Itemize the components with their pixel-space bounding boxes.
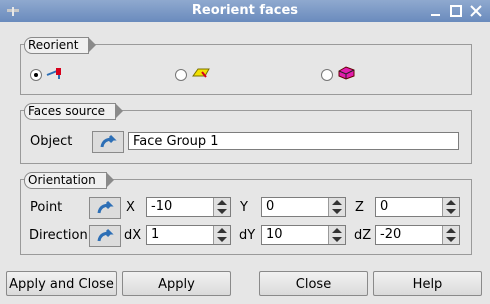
object-label: Object (30, 134, 73, 149)
reorient-group-label: Reorient (24, 37, 98, 54)
minimize-button[interactable] (428, 3, 444, 19)
dy-spin-arrows[interactable] (328, 226, 345, 244)
close-icon (470, 5, 482, 17)
object-field[interactable]: Face Group 1 (128, 132, 459, 150)
y-value: 0 (266, 199, 275, 214)
dx-spin-arrows[interactable] (213, 226, 230, 244)
dx-value: 1 (151, 227, 160, 242)
y-spinbox[interactable]: 0 (261, 197, 346, 217)
spin-arrows-icon (332, 200, 342, 214)
help-button[interactable]: Help (373, 271, 482, 296)
dz-spin-arrows[interactable] (442, 226, 459, 244)
maximize-icon (450, 5, 462, 17)
close-button[interactable]: Close (259, 271, 368, 296)
volume-mode-icon (338, 66, 355, 80)
dy-label: dY (239, 228, 256, 243)
orientation-group-label: Orientation (24, 172, 114, 189)
arrow-select-icon (100, 134, 117, 148)
dx-label: dX (124, 228, 142, 243)
close-window-button[interactable] (468, 3, 484, 19)
direction-label: Direction (29, 228, 88, 243)
spin-arrows-icon (446, 200, 456, 214)
spin-arrows-icon (332, 228, 342, 242)
face-mode-icon (192, 68, 210, 78)
apply-and-close-button[interactable]: Apply and Close (6, 271, 117, 296)
point-label: Point (30, 200, 63, 215)
x-label: X (126, 200, 135, 215)
apply-button[interactable]: Apply (122, 271, 231, 296)
z-spinbox[interactable]: 0 (375, 197, 460, 217)
dz-label: dZ (354, 228, 372, 243)
y-label: Y (240, 200, 248, 215)
dy-value: 10 (266, 227, 283, 242)
x-spin-arrows[interactable] (213, 198, 230, 216)
radio-volume[interactable] (321, 69, 333, 81)
dy-spinbox[interactable]: 10 (261, 225, 346, 245)
direction-select-button[interactable] (89, 225, 121, 247)
spin-arrows-icon (217, 228, 227, 242)
spin-arrows-icon (217, 200, 227, 214)
minimize-icon (431, 14, 440, 16)
arrow-select-icon (97, 200, 114, 214)
point-vector-mode-icon (46, 68, 61, 79)
window-title: Reorient faces (191, 3, 299, 18)
object-select-button[interactable] (92, 131, 124, 153)
faces-source-group-label: Faces source (24, 103, 124, 120)
dx-spinbox[interactable]: 1 (146, 225, 231, 245)
arrow-select-icon (97, 228, 114, 242)
z-value: 0 (380, 199, 389, 214)
x-value: -10 (151, 199, 173, 214)
x-spinbox[interactable]: -10 (146, 197, 231, 217)
title-bar: Reorient faces (0, 0, 490, 22)
y-spin-arrows[interactable] (328, 198, 345, 216)
z-spin-arrows[interactable] (442, 198, 459, 216)
maximize-button[interactable] (448, 3, 464, 19)
dz-value: -20 (380, 227, 402, 242)
radio-point-vector[interactable] (30, 69, 42, 81)
point-select-button[interactable] (89, 197, 121, 219)
z-label: Z (355, 200, 364, 215)
dz-spinbox[interactable]: -20 (375, 225, 460, 245)
radio-face[interactable] (175, 69, 187, 81)
spin-arrows-icon (446, 228, 456, 242)
